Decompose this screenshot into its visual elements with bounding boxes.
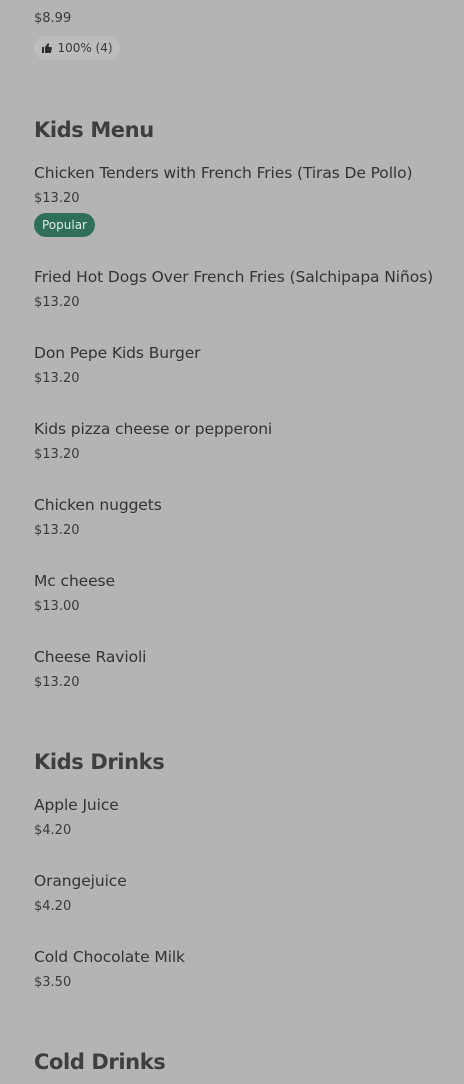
popular-badge: Popular (34, 213, 95, 237)
section-title-cold-drinks: Cold Drinks (34, 1050, 166, 1074)
item-price: $8.99 (34, 11, 72, 26)
menu-item-kids-pizza[interactable]: Kids pizza cheese or pepperoni (34, 420, 454, 438)
item-name: Apple Juice (34, 796, 119, 814)
item-price: $4.20 (34, 823, 72, 838)
menu-item-apple-juice[interactable]: Apple Juice (34, 796, 454, 814)
menu-item-top[interactable]: $8.99 100% (4) (34, 0, 454, 60)
item-price: $13.20 (34, 295, 80, 310)
item-name: Orangejuice (34, 872, 127, 890)
menu-item-mc-cheese[interactable]: Mc cheese (34, 572, 454, 590)
section-title-kids-menu: Kids Menu (34, 118, 154, 142)
item-name: Cold Chocolate Milk (34, 948, 185, 966)
menu-item-cheese-ravioli[interactable]: Cheese Ravioli (34, 648, 454, 666)
item-price: $13.20 (34, 371, 80, 386)
item-name: Cheese Ravioli (34, 648, 147, 666)
menu-item-cold-chocolate-milk[interactable]: Cold Chocolate Milk (34, 948, 454, 966)
menu-item-chicken-nuggets[interactable]: Chicken nuggets (34, 496, 454, 514)
item-price: $13.20 (34, 523, 80, 538)
menu-item-salchipapa[interactable]: Fried Hot Dogs Over French Fries (Salchi… (34, 268, 454, 286)
menu-item-orangejuice[interactable]: Orangejuice (34, 872, 454, 890)
item-name: Chicken Tenders with French Fries (Tiras… (34, 164, 413, 182)
item-name: Don Pepe Kids Burger (34, 344, 201, 362)
menu-item-kids-burger[interactable]: Don Pepe Kids Burger (34, 344, 454, 362)
rating-text: 100% (4) (57, 41, 113, 55)
item-price: $3.50 (34, 975, 72, 990)
menu-item-chicken-tenders[interactable]: Chicken Tenders with French Fries (Tiras… (34, 164, 454, 182)
item-price: $13.20 (34, 191, 80, 206)
item-name: Kids pizza cheese or pepperoni (34, 420, 273, 438)
section-title-kids-drinks: Kids Drinks (34, 750, 165, 774)
rating-badge: 100% (4) (34, 36, 120, 60)
item-price: $13.20 (34, 447, 80, 462)
item-name: Chicken nuggets (34, 496, 162, 514)
item-name: Fried Hot Dogs Over French Fries (Salchi… (34, 268, 434, 286)
item-price: $13.20 (34, 675, 80, 690)
item-price: $4.20 (34, 899, 72, 914)
item-name: Mc cheese (34, 572, 115, 590)
item-price: $13.00 (34, 599, 80, 614)
thumbs-up-icon (42, 43, 53, 53)
